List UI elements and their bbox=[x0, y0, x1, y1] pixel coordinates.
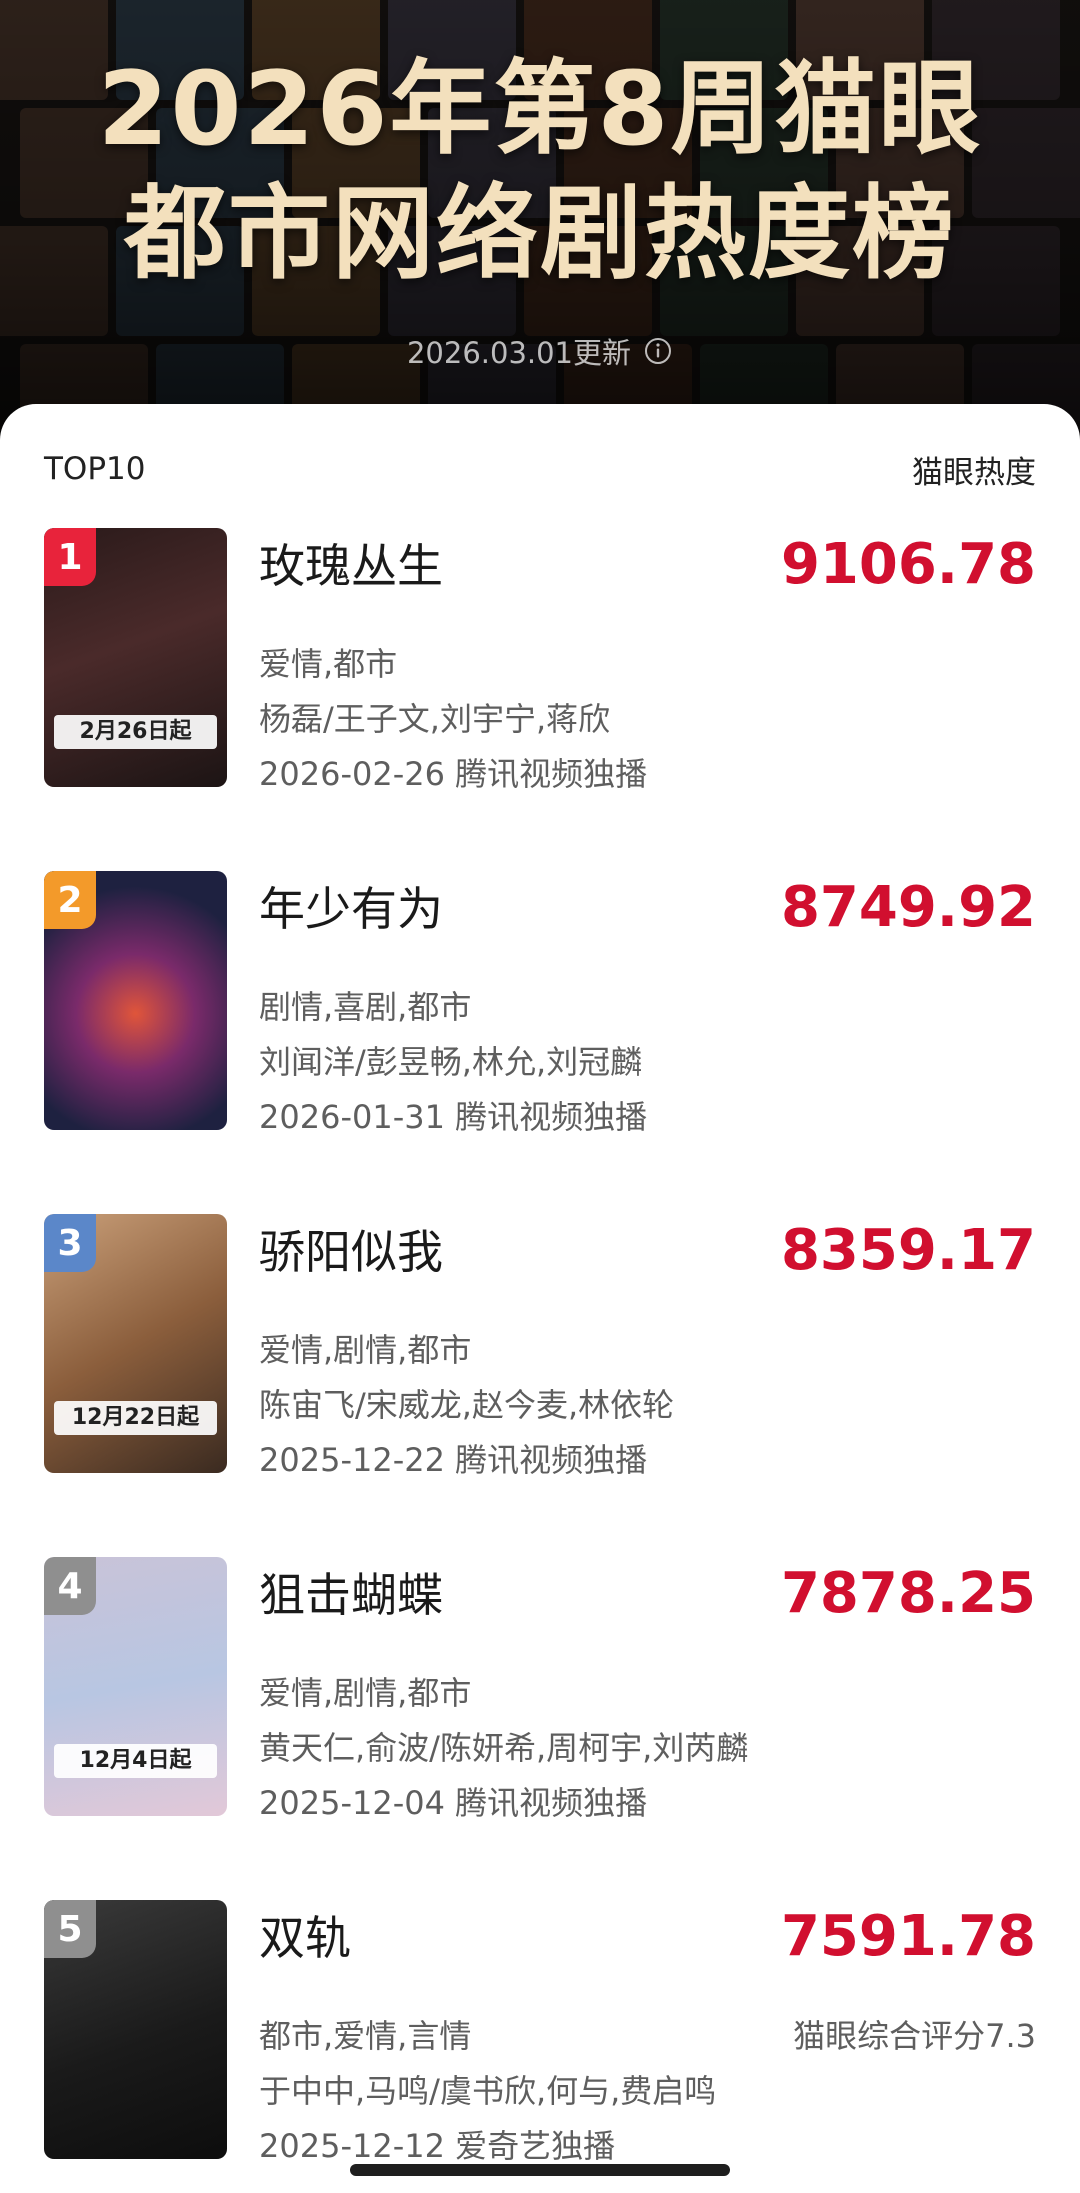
top10-label: TOP10 bbox=[44, 451, 146, 487]
ranking-card: TOP10 猫眼热度 2月26日起 1 玫瑰丛生 9106.78 爱情,都市杨磊/王子文… bbox=[0, 404, 1080, 2193]
show-title[interactable]: 狙击蝴蝶 bbox=[259, 1567, 443, 1623]
show-title[interactable]: 玫瑰丛生 bbox=[259, 538, 443, 594]
home-indicator[interactable] bbox=[350, 2164, 730, 2176]
ranking-item[interactable]: 12月4日起 4 狙击蝴蝶 7878.25 爱情,剧情,都市黄天仁,俞波/陈妍希,周柯宇… bbox=[44, 1557, 1036, 1822]
cast: 黄天仁,俞波/陈妍希,周柯宇,刘芮麟 bbox=[259, 1729, 749, 1767]
rank-badge: 2 bbox=[44, 871, 96, 929]
poster-image[interactable]: 12月4日起 4 bbox=[44, 1557, 227, 1816]
poster-image[interactable]: 2 bbox=[44, 871, 227, 1130]
heat-score: 8359.17 bbox=[780, 1218, 1036, 1283]
genres: 都市,爱情,言情 bbox=[259, 2017, 472, 2055]
poster-caption: 12月4日起 bbox=[54, 1744, 217, 1778]
page-title-line2: 都市网络剧热度榜 bbox=[124, 175, 956, 294]
cast: 于中中,马鸣/虞书欣,何与,费启鸣 bbox=[259, 2072, 717, 2110]
poster-image[interactable]: 12月22日起 3 bbox=[44, 1214, 227, 1473]
rank-badge: 4 bbox=[44, 1557, 96, 1615]
cast: 刘闻洋/彭昱畅,林允,刘冠麟 bbox=[259, 1043, 643, 1081]
rank-badge: 5 bbox=[44, 1900, 96, 1958]
cast: 杨磊/王子文,刘宇宁,蒋欣 bbox=[259, 700, 611, 738]
genres: 爱情,剧情,都市 bbox=[259, 1331, 472, 1369]
poster-caption: 2月26日起 bbox=[54, 715, 217, 749]
ranking-item[interactable]: 5 双轨 7591.78 都市,爱情,言情于中中,马鸣/虞书欣,何与,费启鸣 2025-… bbox=[44, 1900, 1036, 2165]
heat-column-label: 猫眼热度 bbox=[912, 454, 1036, 491]
show-title[interactable]: 双轨 bbox=[259, 1910, 351, 1966]
genres: 剧情,喜剧,都市 bbox=[259, 988, 472, 1026]
update-text: 2026.03.01更新 bbox=[406, 336, 632, 370]
show-title[interactable]: 骄阳似我 bbox=[259, 1224, 443, 1280]
ranking-item[interactable]: 12月22日起 3 骄阳似我 8359.17 爱情,剧情,都市陈宙飞/宋威龙,赵今麦,林… bbox=[44, 1214, 1036, 1479]
poster-caption: 12月22日起 bbox=[54, 1401, 217, 1435]
rank-badge: 3 bbox=[44, 1214, 96, 1272]
cast: 陈宙飞/宋威龙,赵今麦,林依轮 bbox=[259, 1386, 675, 1424]
ranking-item[interactable]: 2月26日起 1 玫瑰丛生 9106.78 爱情,都市杨磊/王子文,刘宇宁,蒋欣 2026… bbox=[44, 528, 1036, 793]
info-circle-icon[interactable] bbox=[643, 336, 673, 366]
heat-score: 9106.78 bbox=[780, 532, 1036, 597]
heat-score: 7878.25 bbox=[780, 1561, 1036, 1626]
genres: 爱情,都市 bbox=[259, 645, 398, 683]
release-info: 2025-12-04 腾讯视频独播 bbox=[259, 1784, 648, 1822]
release-info: 2026-01-31 腾讯视频独播 bbox=[259, 1098, 648, 1136]
ranking-item[interactable]: 2 年少有为 8749.92 剧情,喜剧,都市刘闻洋/彭昱畅,林允,刘冠麟 2026-0… bbox=[44, 871, 1036, 1136]
genres: 爱情,剧情,都市 bbox=[259, 1674, 472, 1712]
heat-score: 7591.78 bbox=[780, 1904, 1036, 1969]
poster-image[interactable]: 5 bbox=[44, 1900, 227, 2159]
release-info: 2026-02-26 腾讯视频独播 bbox=[259, 755, 648, 793]
heat-score: 8749.92 bbox=[780, 875, 1036, 940]
list-header: TOP10 猫眼热度 bbox=[44, 444, 1036, 494]
header: 2026年第8周猫眼 都市网络剧热度榜 2026.03.01更新 bbox=[0, 0, 1080, 440]
release-info: 2025-12-22 腾讯视频独播 bbox=[259, 1441, 648, 1479]
release-info: 2025-12-12 爱奇艺独播 bbox=[259, 2127, 616, 2165]
poster-image[interactable]: 2月26日起 1 bbox=[44, 528, 227, 787]
rank-badge: 1 bbox=[44, 528, 96, 586]
page-title-line1: 2026年第8周猫眼 bbox=[97, 50, 983, 169]
composite-rating: 猫眼综合评分7.3 bbox=[793, 2017, 1036, 2055]
show-title[interactable]: 年少有为 bbox=[259, 881, 443, 937]
update-info[interactable]: 2026.03.01更新 bbox=[0, 330, 1080, 372]
